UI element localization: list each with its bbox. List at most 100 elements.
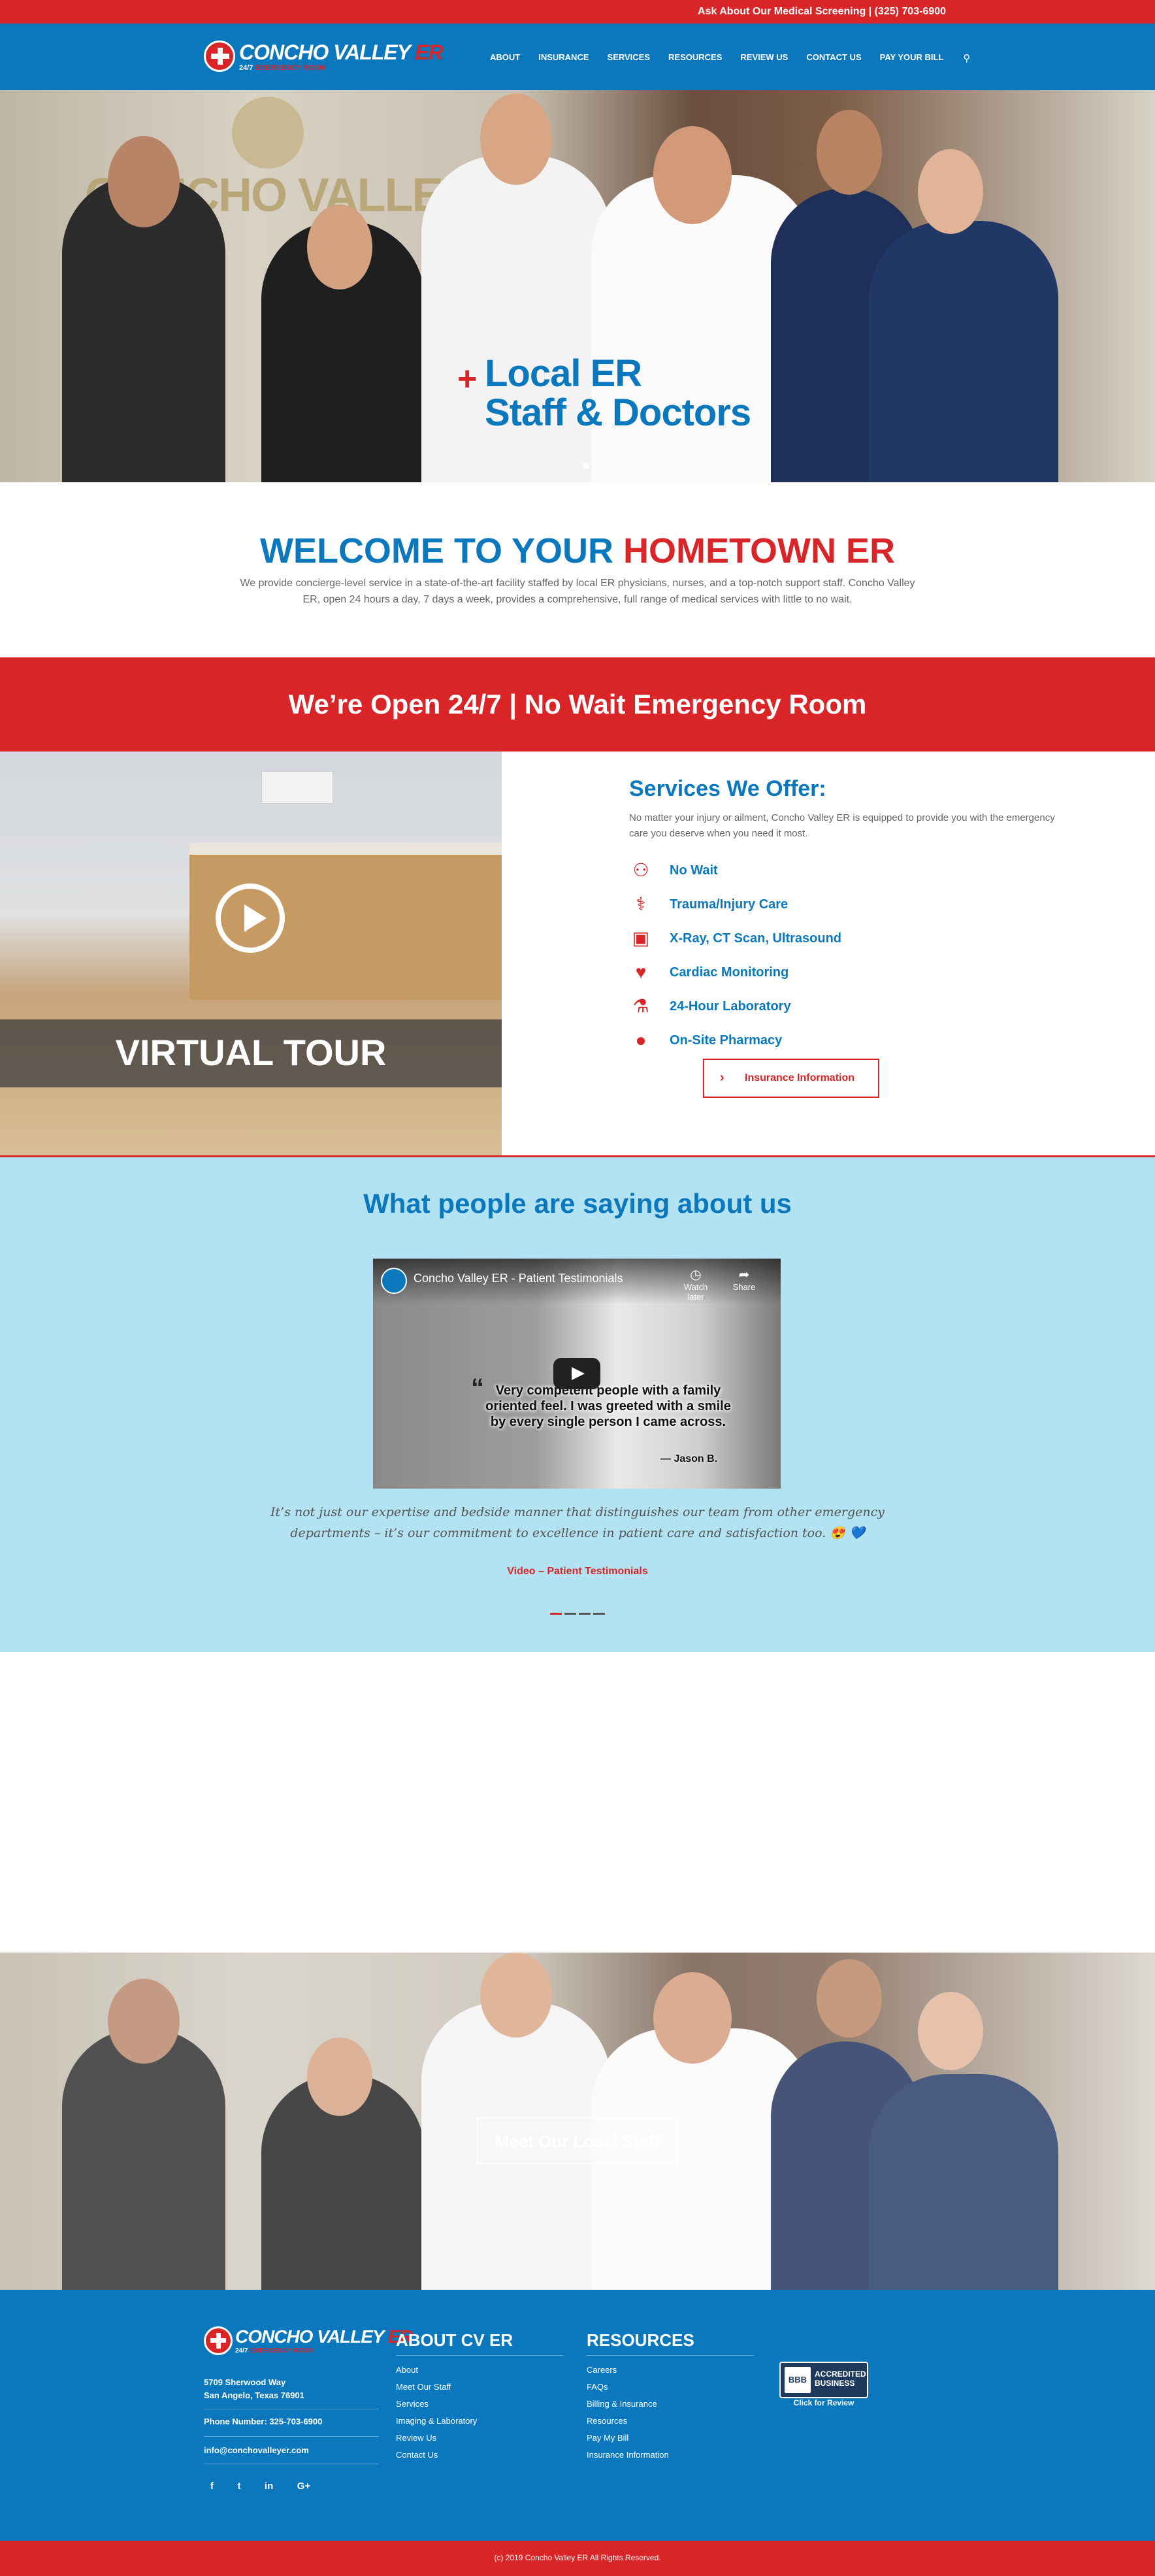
top-announcement-bar: Ask About Our Medical Screening | (325) … [0,0,1155,24]
service-label: On-Site Pharmacy [670,1033,783,1048]
footer-resources-title: RESOURCES [587,2330,694,2350]
service-item: ♥ Cardiac Monitoring [629,959,1021,985]
footer-about-title: ABOUT CV ER [396,2330,513,2350]
insurance-information-button[interactable]: › Insurance Information [703,1059,879,1098]
footer-phone[interactable]: Phone Number: 325-703-6900 [204,2417,322,2426]
banner-text: We’re Open 24/7 | No Wait Emergency Room [288,689,867,719]
google-plus-icon[interactable]: G+ [297,2481,310,2492]
staff-photo-person [869,221,1058,482]
copyright-bar: (c) 2019 Concho Valley ER All Rights Res… [0,2541,1155,2576]
footer-logo-name: CONCHO VALLEY ER [235,2326,413,2347]
virtual-tour-panel[interactable]: VIRTUAL TOUR [0,751,502,1155]
nav-item-resources[interactable]: RESOURCES [668,52,722,65]
medical-cross-icon [204,41,235,72]
footer-link-imaging[interactable]: Imaging & Laboratory [396,2413,477,2430]
bbb-seal-icon: BBB [785,2367,811,2393]
service-label: Trauma/Injury Care [670,897,789,912]
site-logo[interactable]: CONCHO VALLEY ER 24/7 EMERGENCY ROOM [204,41,444,74]
footer-email[interactable]: info@conchovalleyer.com [204,2445,309,2455]
injury-icon: ⚕ [636,894,646,914]
footer-link-resources[interactable]: Resources [587,2413,669,2430]
site-header: CONCHO VALLEY ER 24/7 EMERGENCY ROOM ABO… [0,24,1155,90]
staff-photo-face [918,149,983,234]
footer-link-meet-our-staff[interactable]: Meet Our Staff [396,2379,477,2396]
virtual-tour-band: VIRTUAL TOUR [0,1019,502,1087]
footer-link-services[interactable]: Services [396,2396,477,2413]
carousel-dot[interactable] [579,1613,591,1615]
staff-photo-face [653,126,732,224]
footer-divider [587,2355,754,2356]
main-nav: ABOUT INSURANCE SERVICES RESOURCES REVIE… [490,52,988,65]
chevron-right-icon: › [720,1070,724,1085]
video-play-icon[interactable] [553,1358,600,1389]
twitter-icon[interactable]: t [237,2481,240,2492]
footer-link-careers[interactable]: Careers [587,2362,669,2379]
play-icon[interactable] [216,883,285,953]
slider-dot[interactable] [583,463,589,469]
service-label: No Wait [670,863,718,878]
footer-logo[interactable]: CONCHO VALLEY ER 24/7 EMERGENCY ROOM [204,2326,413,2360]
service-item: ⚇ No Wait [629,857,1021,883]
meet-our-staff-button[interactable]: Meet Our Local Staff [477,2117,678,2164]
testimonial-video-link[interactable]: Video – Patient Testimonials [0,1566,1155,1577]
facebook-icon[interactable]: f [210,2481,214,2492]
footer-link-faqs[interactable]: FAQs [587,2379,669,2396]
testimonial-video[interactable]: Concho Valley ER - Patient Testimonials … [373,1259,781,1489]
nav-item-pay-your-bill[interactable]: PAY YOUR BILL [880,52,944,65]
footer-logo-tagline: 24/7 EMERGENCY ROOM [235,2347,314,2354]
service-label: Cardiac Monitoring [670,965,789,980]
watch-later-button[interactable]: ◷ Watch later [676,1266,715,1302]
carousel-dot[interactable] [550,1613,562,1615]
carousel-dot[interactable] [593,1613,605,1615]
channel-avatar[interactable] [381,1268,407,1294]
staff-banner: Meet Our Local Staff [0,1953,1155,2290]
virtual-tour-label: VIRTUAL TOUR [115,1032,387,1073]
announcement-text[interactable]: Ask About Our Medical Screening | (325) … [698,6,946,18]
footer-link-billing[interactable]: Billing & Insurance [587,2396,669,2413]
linkedin-icon[interactable]: in [265,2481,273,2492]
carousel-dot[interactable] [564,1613,576,1615]
wall-logo-cross [232,97,304,169]
plus-icon: + [457,360,478,398]
nav-item-about[interactable]: ABOUT [490,52,520,65]
staff-photo-face [817,110,882,195]
bbb-badge-text: ACCREDITED BUSINESS [815,2370,866,2388]
meet-staff-label: Meet Our Local Staff [495,2132,660,2151]
nav-item-insurance[interactable]: INSURANCE [538,52,589,65]
testimonials-title: What people are saying about us [363,1188,792,1219]
hero-title-line1: Local ER [485,352,642,395]
share-button[interactable]: ➦ Share [724,1266,764,1292]
service-item: ● On-Site Pharmacy [629,1027,1021,1053]
testimonial-quote: It’s not just our expertise and bedside … [270,1505,885,1540]
hero-title-line2: Staff & Doctors [485,391,751,434]
footer-link-contact-us[interactable]: Contact Us [396,2447,477,2464]
welcome-text: We provide concierge-level service in a … [240,578,915,605]
footer-divider [204,2436,379,2437]
video-title[interactable]: Concho Valley ER - Patient Testimonials [414,1272,623,1285]
footer-link-insurance-information[interactable]: Insurance Information [587,2447,669,2464]
bbb-accredited-badge[interactable]: BBB ACCREDITED BUSINESS [779,2362,868,2398]
service-item: ⚗ 24-Hour Laboratory [629,993,1021,1019]
service-item: ⚕ Trauma/Injury Care [629,891,1021,917]
lab-icon: ⚗ [632,996,649,1016]
footer-divider [396,2355,563,2356]
footer-link-pay-my-bill[interactable]: Pay My Bill [587,2430,669,2447]
heart-icon: ♥ [635,962,647,982]
footer-link-review-us[interactable]: Review Us [396,2430,477,2447]
nav-item-contact-us[interactable]: CONTACT US [806,52,861,65]
insurance-button-label: Insurance Information [745,1072,855,1083]
footer-resources-links: Careers FAQs Billing & Insurance Resourc… [587,2362,669,2464]
carousel-dots [550,1613,609,1617]
footer-address: 5709 Sherwood Way San Angelo, Texas 7690… [204,2377,304,2400]
logo-tagline: 24/7 EMERGENCY ROOM [239,64,326,72]
nav-item-services[interactable]: SERVICES [608,52,651,65]
footer-link-about[interactable]: About [396,2362,477,2379]
pharmacy-icon: ● [635,1030,647,1050]
services-intro: No matter your injury or ailment, Concho… [629,812,1055,839]
bbb-click-for-review[interactable]: Click for Review [779,2398,868,2407]
medical-cross-icon [204,2326,233,2355]
nav-item-review-us[interactable]: REVIEW US [740,52,788,65]
search-icon[interactable]: ⚲ [963,52,970,65]
service-label: 24-Hour Laboratory [670,999,791,1014]
clock-icon: ◷ [690,1268,702,1282]
